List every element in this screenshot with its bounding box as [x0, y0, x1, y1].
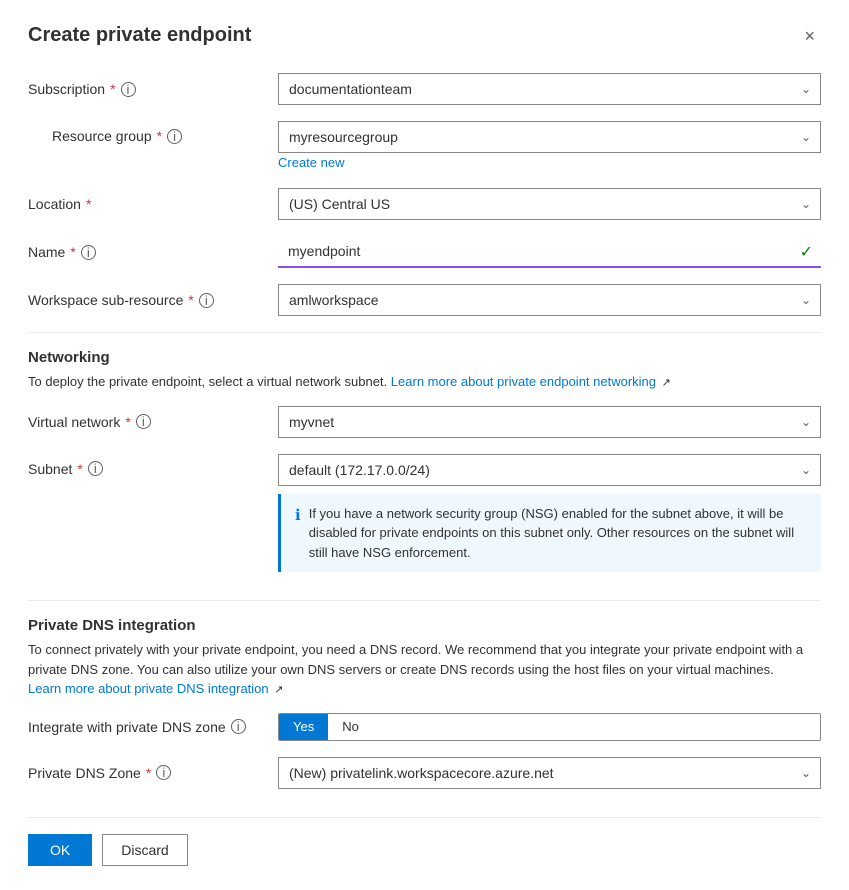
dns-zone-required: * [146, 765, 151, 781]
name-check-icon: ✓ [800, 242, 813, 262]
location-input-col: (US) Central US ⌄ [278, 188, 821, 220]
location-required: * [86, 196, 91, 212]
subnet-info-icon[interactable]: i [88, 461, 103, 476]
subnet-required: * [77, 461, 82, 477]
virtual-network-required: * [125, 414, 130, 430]
integrate-dns-row: Integrate with private DNS zone i Yes No [28, 713, 821, 741]
dialog-title: Create private endpoint [28, 24, 251, 47]
dialog-footer: OK Discard [28, 817, 821, 866]
private-dns-zone-input-col: (New) privatelink.workspacecore.azure.ne… [278, 757, 821, 789]
workspace-sub-resource-dropdown-wrapper: amlworkspace ⌄ [278, 284, 821, 316]
location-dropdown[interactable]: (US) Central US [278, 188, 821, 220]
workspace-sub-resource-row: Workspace sub-resource * i amlworkspace … [28, 284, 821, 316]
workspace-sub-resource-dropdown[interactable]: amlworkspace [278, 284, 821, 316]
location-dropdown-wrapper: (US) Central US ⌄ [278, 188, 821, 220]
private-dns-external-link-icon: ↗ [274, 684, 283, 696]
subscription-label: Subscription * i [28, 81, 278, 97]
create-private-endpoint-dialog: Create private endpoint × Subscription *… [0, 0, 849, 890]
divider-2 [28, 600, 821, 601]
networking-description: To deploy the private endpoint, select a… [28, 372, 821, 392]
divider-1 [28, 332, 821, 333]
resource-group-dropdown-wrapper: myresourcegroup ⌄ [278, 121, 821, 153]
resource-group-label: Resource group * i [28, 121, 278, 144]
integrate-dns-label: Integrate with private DNS zone i [28, 719, 278, 735]
create-new-link[interactable]: Create new [278, 155, 344, 170]
private-dns-learn-more-link[interactable]: Learn more about private DNS integration [28, 681, 269, 696]
resource-group-row: Resource group * i myresourcegroup ⌄ Cre… [28, 121, 821, 170]
virtual-network-dropdown-wrapper: myvnet ⌄ [278, 406, 821, 438]
virtual-network-input-col: myvnet ⌄ [278, 406, 821, 438]
subscription-row: Subscription * i documentationteam ⌄ [28, 73, 821, 105]
resource-group-dropdown[interactable]: myresourcegroup [278, 121, 821, 153]
name-row: Name * i ✓ [28, 236, 821, 268]
discard-button[interactable]: Discard [102, 834, 187, 866]
external-link-icon: ↗ [662, 377, 671, 389]
close-button[interactable]: × [798, 24, 821, 49]
dns-zone-dropdown[interactable]: (New) privatelink.workspacecore.azure.ne… [278, 757, 821, 789]
dns-toggle-no[interactable]: No [328, 714, 373, 740]
private-dns-section-title: Private DNS integration [28, 617, 821, 634]
networking-section-title: Networking [28, 349, 821, 366]
name-required: * [70, 244, 75, 260]
dialog-header: Create private endpoint × [28, 24, 821, 49]
subscription-info-icon[interactable]: i [121, 82, 136, 97]
name-info-icon[interactable]: i [81, 245, 96, 260]
resource-group-input-col: myresourcegroup ⌄ Create new [278, 121, 821, 170]
name-input[interactable] [278, 236, 821, 268]
subnet-dropdown[interactable]: default (172.17.0.0/24) [278, 454, 821, 486]
subscription-dropdown[interactable]: documentationteam [278, 73, 821, 105]
dns-toggle-yes[interactable]: Yes [279, 714, 328, 740]
dns-zone-info-icon[interactable]: i [156, 765, 171, 780]
integrate-dns-input-col: Yes No [278, 713, 821, 741]
nsg-info-box: ℹ If you have a network security group (… [278, 494, 821, 573]
subscription-input-col: documentationteam ⌄ [278, 73, 821, 105]
workspace-sub-resource-input-col: amlworkspace ⌄ [278, 284, 821, 316]
workspace-sub-resource-label: Workspace sub-resource * i [28, 292, 278, 308]
virtual-network-info-icon[interactable]: i [136, 414, 151, 429]
dns-toggle-group: Yes No [278, 713, 821, 741]
ok-button[interactable]: OK [28, 834, 92, 866]
networking-learn-more-link[interactable]: Learn more about private endpoint networ… [391, 374, 656, 389]
subnet-dropdown-wrapper: default (172.17.0.0/24) ⌄ [278, 454, 821, 486]
virtual-network-row: Virtual network * i myvnet ⌄ [28, 406, 821, 438]
info-box-icon: ℹ [295, 505, 301, 563]
private-dns-zone-label: Private DNS Zone * i [28, 765, 278, 781]
resource-group-info-icon[interactable]: i [167, 129, 182, 144]
subnet-label: Subnet * i [28, 454, 278, 477]
name-input-wrapper: ✓ [278, 236, 821, 268]
workspace-required: * [188, 292, 193, 308]
private-dns-zone-row: Private DNS Zone * i (New) privatelink.w… [28, 757, 821, 789]
subscription-dropdown-wrapper: documentationteam ⌄ [278, 73, 821, 105]
subnet-input-col: default (172.17.0.0/24) ⌄ ℹ If you have … [278, 454, 821, 585]
integrate-dns-info-icon[interactable]: i [231, 719, 246, 734]
subscription-required: * [110, 81, 115, 97]
private-dns-description: To connect privately with your private e… [28, 640, 821, 699]
workspace-info-icon[interactable]: i [199, 293, 214, 308]
name-input-col: ✓ [278, 236, 821, 268]
name-label: Name * i [28, 244, 278, 260]
resource-group-required: * [157, 128, 162, 144]
location-label: Location * [28, 196, 278, 212]
virtual-network-dropdown[interactable]: myvnet [278, 406, 821, 438]
subnet-row: Subnet * i default (172.17.0.0/24) ⌄ ℹ I… [28, 454, 821, 585]
nsg-info-text: If you have a network security group (NS… [309, 504, 807, 563]
dns-zone-dropdown-wrapper: (New) privatelink.workspacecore.azure.ne… [278, 757, 821, 789]
virtual-network-label: Virtual network * i [28, 414, 278, 430]
location-row: Location * (US) Central US ⌄ [28, 188, 821, 220]
